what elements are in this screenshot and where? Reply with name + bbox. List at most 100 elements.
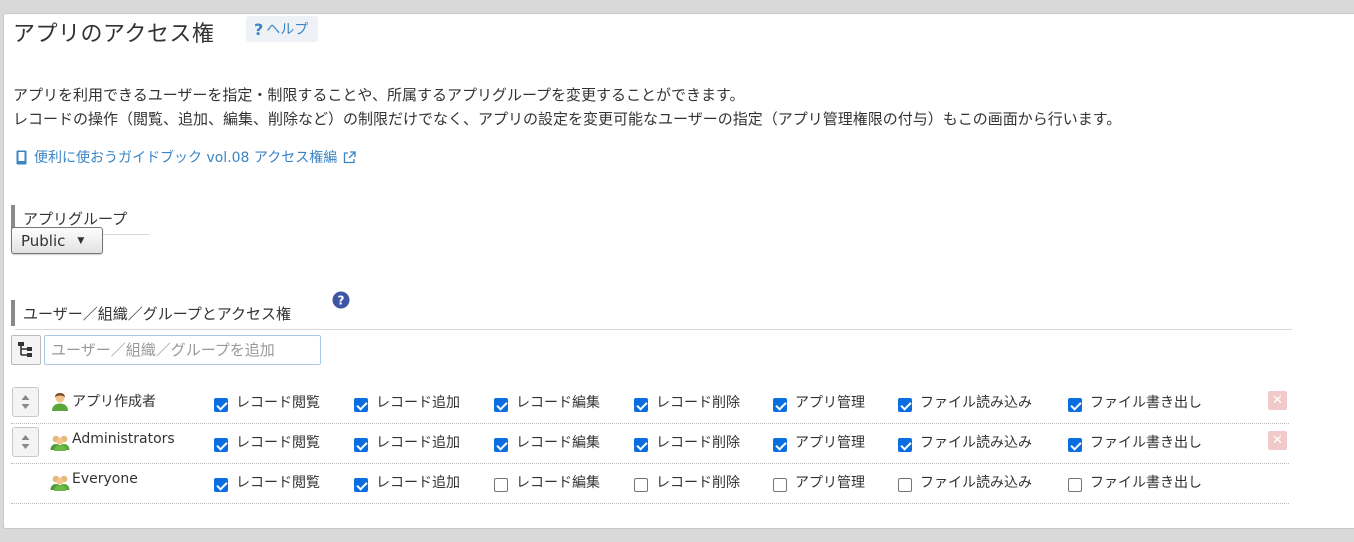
checkbox-box[interactable] — [354, 398, 368, 412]
checkbox-box[interactable] — [634, 438, 648, 452]
svg-text:?: ? — [338, 294, 345, 308]
checkbox-box[interactable] — [354, 478, 368, 492]
permission-label: レコード削除 — [656, 395, 740, 411]
app-group-heading-label: アプリグループ — [23, 209, 128, 228]
permission-label: レコード削除 — [656, 475, 740, 491]
permission-checkbox[interactable]: レコード編集 — [494, 392, 600, 412]
permission-label: レコード追加 — [376, 475, 460, 491]
description-line-2: レコードの操作（閲覧、追加、編集、削除など）の制限だけでなく、アプリの設定を変更… — [13, 110, 1122, 128]
help-link[interactable]: ? ヘルプ — [246, 16, 319, 42]
close-icon: ✕ — [1272, 393, 1283, 408]
permission-label: ファイル読み込み — [920, 395, 1032, 411]
permission-label: レコード追加 — [376, 435, 460, 451]
permission-checkbox[interactable]: レコード追加 — [354, 472, 460, 492]
permission-checkbox[interactable]: アプリ管理 — [773, 432, 865, 452]
permission-label: アプリ管理 — [795, 435, 865, 451]
permission-checkbox[interactable]: アプリ管理 — [773, 472, 865, 492]
group-icon — [50, 432, 70, 452]
permission-label: ファイル読み込み — [920, 435, 1032, 451]
page-title: アプリのアクセス権 — [13, 22, 215, 47]
permission-checkbox[interactable]: ファイル書き出し — [1068, 432, 1202, 452]
permission-label: レコード追加 — [376, 395, 460, 411]
checkbox-box[interactable] — [773, 478, 787, 492]
access-row: Everyone レコード閲覧 レコード追加 レコード編集 レコード削除 アプリ管理 ファイ… — [11, 463, 1289, 503]
checkbox-box[interactable] — [494, 398, 508, 412]
checkbox-box[interactable] — [494, 478, 508, 492]
checkbox-box[interactable] — [898, 398, 912, 412]
permission-checkbox[interactable]: レコード編集 — [494, 472, 600, 492]
permission-checkbox[interactable]: レコード追加 — [354, 432, 460, 452]
permission-label: レコード閲覧 — [236, 435, 320, 451]
access-heading-label: ユーザー／組織／グループとアクセス権 — [23, 304, 292, 323]
checkbox-box[interactable] — [773, 438, 787, 452]
checkbox-box[interactable] — [494, 438, 508, 452]
checkbox-box[interactable] — [214, 478, 228, 492]
app-group-select[interactable]: Public ▼ — [11, 227, 103, 254]
access-divider — [15, 329, 1292, 330]
close-icon: ✕ — [1272, 433, 1283, 448]
permission-checkbox[interactable]: レコード閲覧 — [214, 432, 320, 452]
checkbox-box[interactable] — [1068, 438, 1082, 452]
entity-name: Administrators — [72, 431, 175, 447]
permission-checkbox[interactable]: ファイル読み込み — [898, 472, 1032, 492]
checkbox-box[interactable] — [773, 398, 787, 412]
access-row: アプリ作成者 レコード閲覧 レコード追加 レコード編集 レコード削除 アプリ管理 ファイル読… — [11, 383, 1289, 423]
checkbox-box[interactable] — [1068, 398, 1082, 412]
reorder-handle[interactable] — [12, 387, 39, 417]
permission-label: ファイル読み込み — [920, 475, 1032, 491]
sort-arrows-icon — [21, 435, 30, 449]
permission-checkbox[interactable]: レコード削除 — [634, 472, 740, 492]
permission-checkbox[interactable]: ファイル書き出し — [1068, 472, 1202, 492]
permission-checkbox[interactable]: レコード削除 — [634, 432, 740, 452]
permission-label: アプリ管理 — [795, 395, 865, 411]
sort-arrows-icon — [21, 395, 30, 409]
help-label: ヘルプ — [266, 22, 309, 38]
permission-label: レコード編集 — [516, 435, 600, 451]
checkbox-box[interactable] — [214, 438, 228, 452]
permission-label: レコード閲覧 — [236, 395, 320, 411]
permission-label: レコード編集 — [516, 395, 600, 411]
description-line-1: アプリを利用できるユーザーを指定・制限することや、所属するアプリグループを変更す… — [13, 86, 745, 104]
guidebook-link[interactable]: 便利に使おうガイドブック vol.08 アクセス権編 — [16, 147, 356, 167]
org-tree-button[interactable] — [11, 335, 41, 365]
org-tree-icon — [18, 342, 32, 357]
add-entity-input[interactable] — [44, 335, 321, 365]
app-group-selected: Public — [21, 231, 66, 250]
permission-checkbox[interactable]: レコード編集 — [494, 432, 600, 452]
permission-checkbox[interactable]: レコード削除 — [634, 392, 740, 412]
delete-row-button[interactable]: ✕ — [1268, 431, 1287, 450]
permission-checkbox[interactable]: レコード閲覧 — [214, 472, 320, 492]
permission-label: レコード閲覧 — [236, 475, 320, 491]
external-link-icon — [344, 150, 356, 163]
user-icon — [50, 392, 70, 412]
permission-checkbox[interactable]: ファイル読み込み — [898, 392, 1032, 412]
checkbox-box[interactable] — [898, 438, 912, 452]
help-icon: ? — [254, 19, 264, 39]
group-icon — [50, 472, 70, 492]
guidebook-link-label: 便利に使おうガイドブック vol.08 アクセス権編 — [34, 150, 338, 166]
entity-name: アプリ作成者 — [72, 394, 156, 410]
permission-checkbox[interactable]: ファイル書き出し — [1068, 392, 1202, 412]
permission-checkbox[interactable]: アプリ管理 — [773, 392, 865, 412]
permission-label: ファイル書き出し — [1090, 435, 1202, 451]
permission-label: レコード編集 — [516, 475, 600, 491]
permission-label: アプリ管理 — [795, 475, 865, 491]
permission-label: レコード削除 — [656, 435, 740, 451]
checkbox-box[interactable] — [898, 478, 912, 492]
checkbox-box[interactable] — [634, 478, 648, 492]
permission-checkbox[interactable]: レコード追加 — [354, 392, 460, 412]
checkbox-box[interactable] — [214, 398, 228, 412]
reorder-handle[interactable] — [12, 427, 39, 457]
checkbox-box[interactable] — [354, 438, 368, 452]
info-help-icon[interactable]: ? — [332, 291, 350, 309]
entity-name: Everyone — [72, 471, 138, 487]
book-icon — [16, 150, 27, 164]
dropdown-arrow-icon: ▼ — [77, 235, 85, 246]
permission-label: ファイル書き出し — [1090, 395, 1202, 411]
permission-label: ファイル書き出し — [1090, 475, 1202, 491]
checkbox-box[interactable] — [634, 398, 648, 412]
permission-checkbox[interactable]: ファイル読み込み — [898, 432, 1032, 452]
delete-row-button[interactable]: ✕ — [1268, 391, 1287, 410]
permission-checkbox[interactable]: レコード閲覧 — [214, 392, 320, 412]
checkbox-box[interactable] — [1068, 478, 1082, 492]
